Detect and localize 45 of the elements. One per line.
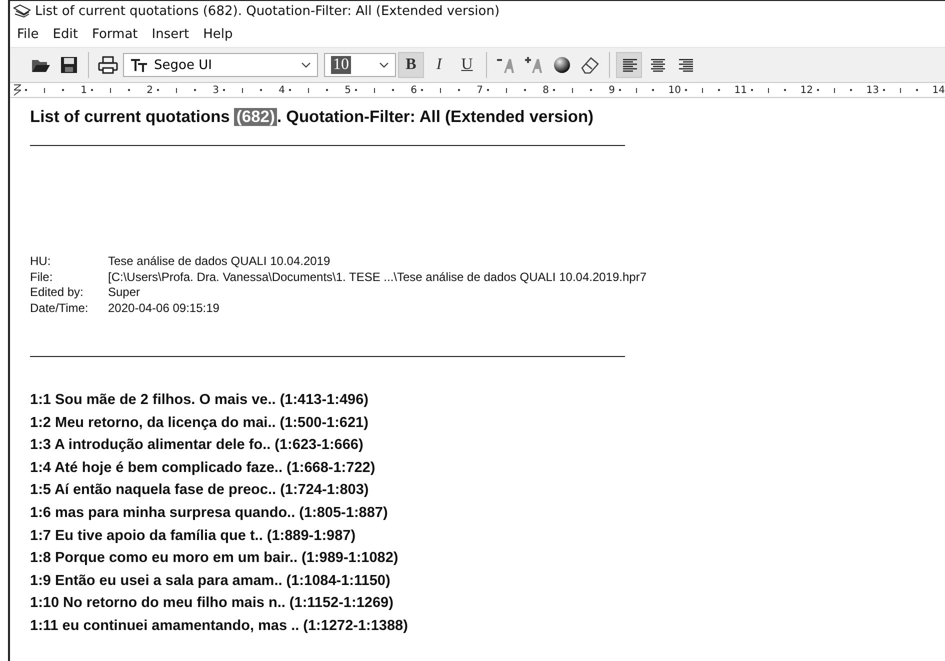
ruler-number: 2 xyxy=(146,84,153,96)
window-title: List of current quotations (682). Quotation-Filter: All (Extended version) xyxy=(35,4,500,18)
meta-value: 2020-04-06 09:15:19 xyxy=(108,300,220,316)
ruler-number: 12 xyxy=(800,84,813,96)
ruler-number: 4 xyxy=(278,84,285,96)
font-size-dropdown[interactable]: 10 xyxy=(324,53,396,77)
menu-item[interactable]: Edit xyxy=(46,26,85,42)
ruler-number: 14 xyxy=(932,84,945,96)
menu-item[interactable]: Format xyxy=(84,26,145,42)
ruler-number: 1 xyxy=(80,84,87,96)
meta-label: Edited by: xyxy=(30,285,84,300)
quotation-line: 1:5 Aí então naquela fase de preoc.. (1:724-1:803) xyxy=(30,481,370,500)
quotation-line: 1:11 eu continuei amamentando, mas .. (1:1272-1:1388) xyxy=(30,616,409,636)
quotation-line: 1:1 Sou mãe de 2 filhos. O mais ve.. (1:413-1:496) xyxy=(30,391,370,410)
ruler-number: 3 xyxy=(212,84,219,96)
meta-label: File: xyxy=(30,270,54,285)
ruler-number: 10 xyxy=(668,84,681,96)
report-heading: List of current quotations (682). Quotation-Filter: All (Extended version) xyxy=(30,108,595,127)
ruler-number: 8 xyxy=(542,84,549,96)
menu-item[interactable]: File xyxy=(10,26,46,42)
font-name-dropdown[interactable]: Segoe UI xyxy=(123,53,318,77)
quotation-line: 1:7 Eu tive apoio da família que t.. (1:889-1:987) xyxy=(30,526,357,546)
italic-button[interactable]: I xyxy=(426,52,452,78)
ruler-number: 13 xyxy=(866,84,879,96)
ruler-number: 5 xyxy=(344,84,351,96)
quotation-line: 1:9 Então eu usei a sala para amam.. (1:1084-1:1150) xyxy=(30,572,392,591)
quotation-line: 1:8 Porque como eu moro em um bair.. (1:989-1:1082) xyxy=(30,549,400,568)
ruler-number: 7 xyxy=(476,84,483,96)
menu-item[interactable]: Help xyxy=(196,26,240,42)
quotation-line: 1:6 mas para minha surpresa quando.. (1:805-1:887) xyxy=(30,504,389,523)
quotation-line: 1:4 Até hoje é bem complicado faze.. (1:668-1:722) xyxy=(30,458,376,478)
ruler-number: 6 xyxy=(410,84,417,96)
menu-item[interactable]: Insert xyxy=(144,26,196,42)
meta-label: HU: xyxy=(30,254,52,270)
ruler-number: 9 xyxy=(608,84,615,96)
bold-button[interactable]: B xyxy=(398,52,424,78)
underline-button[interactable]: U xyxy=(454,52,480,78)
quotation-line: 1:10 No retorno do meu filho mais n.. (1:1152-1:1269) xyxy=(30,594,394,614)
meta-label: Date/Time: xyxy=(30,300,90,316)
ruler-number: 11 xyxy=(734,84,747,96)
meta-value: Super xyxy=(108,285,142,300)
quotation-line: 1:3 A introdução alimentar dele fo.. (1:623-1:666) xyxy=(30,436,364,456)
quotation-line: 1:2 Meu retorno, da licença do mai.. (1:500-1:621) xyxy=(30,414,370,433)
meta-value: Tese análise de dados QUALI 10.04.2019 xyxy=(108,254,332,270)
meta-value: [C:\Users\Profa. Dra. Vanessa\Documents\1. TESE ...\Tese análise de dados QUALI 10.04.2019.hpr7 xyxy=(108,270,648,285)
